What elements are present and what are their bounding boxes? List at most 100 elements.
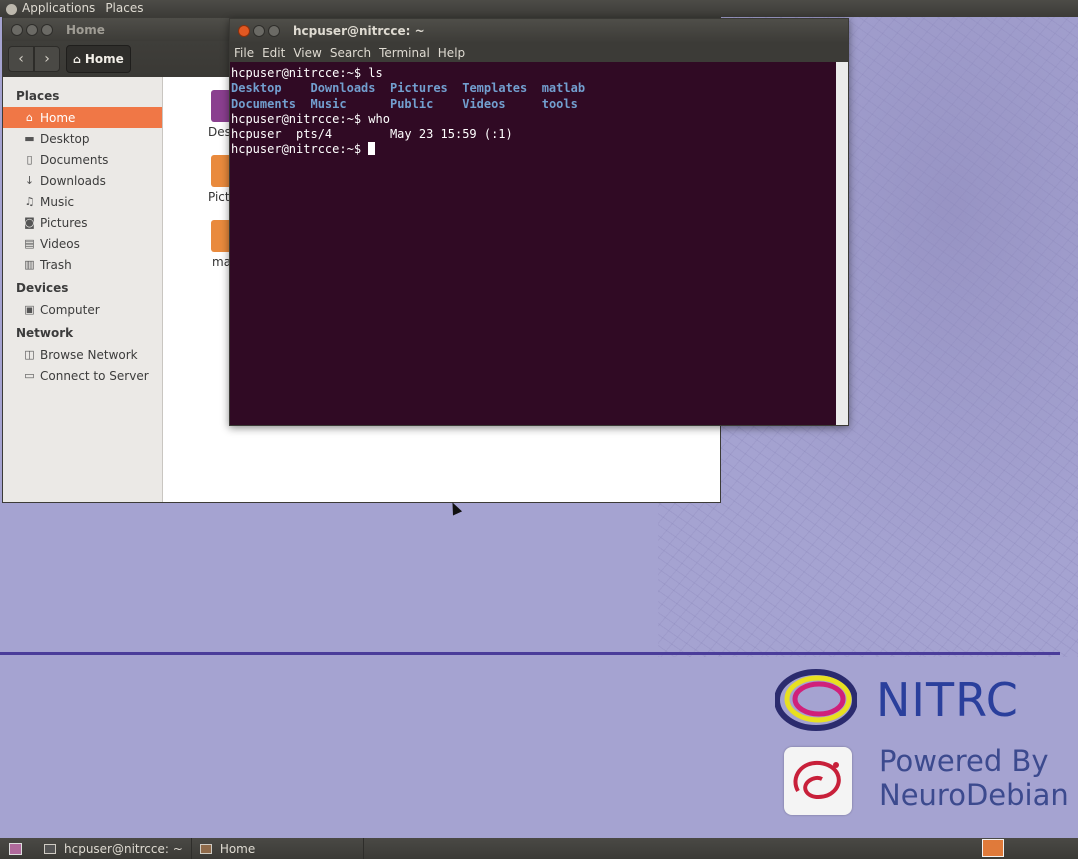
forward-button[interactable]: ›: [34, 46, 60, 72]
sidebar-item-computer[interactable]: ▣ Computer: [3, 299, 162, 320]
terminal-line: Desktop Downloads Pictures Templates mat…: [231, 81, 836, 96]
chevron-right-icon: ›: [44, 51, 50, 67]
terminal-scrollbar[interactable]: [836, 62, 848, 425]
dir-entry: Templates: [462, 81, 528, 96]
terminal-line: hcpuser@nitrcce:~$ ls: [231, 66, 836, 81]
dir-entry: Documents: [231, 96, 297, 111]
terminal-output[interactable]: hcpuser@nitrcce:~$ ls Desktop Downloads P…: [230, 62, 836, 425]
neurodebian-logo: [784, 747, 852, 815]
nitrc-brand-text: NITRC: [876, 673, 1019, 727]
ubuntu-icon: [6, 4, 17, 15]
folder-icon: [199, 843, 212, 854]
places-menu[interactable]: Places: [100, 0, 148, 17]
back-button[interactable]: ‹: [8, 46, 34, 72]
dir-entry: tools: [541, 96, 578, 111]
terminal-line: Documents Music Public Videos tools: [231, 97, 836, 112]
sidebar-item-documents[interactable]: ▯ Documents: [3, 149, 162, 170]
command: ls: [368, 66, 383, 80]
sidebar-item-label: Downloads: [40, 173, 106, 188]
terminal-menubar: File Edit View Search Terminal Help: [230, 43, 848, 62]
path-home-button[interactable]: ⌂ Home: [66, 45, 131, 73]
file-label: Des: [208, 125, 231, 139]
bottom-panel: hcpuser@nitrcce: ~ Home: [0, 838, 1078, 859]
taskbar-label: Home: [219, 841, 256, 856]
window-title: Home: [66, 22, 105, 37]
taskbar-label: hcpuser@nitrcce: ~: [64, 841, 183, 856]
sidebar-item-trash[interactable]: ▥ Trash: [3, 254, 162, 275]
terminal-icon: [44, 843, 56, 854]
sidebar-item-browse-network[interactable]: ◫ Browse Network: [3, 344, 162, 365]
sidebar-item-music[interactable]: ♫ Music: [3, 191, 162, 212]
dir-entry: Public: [389, 96, 434, 111]
path-home-label: Home: [84, 52, 124, 66]
powered-by-text: Powered By: [879, 744, 1049, 778]
window-title: hcpuser@nitrcce: ~: [293, 24, 425, 38]
nitrc-swirl-logo: [775, 669, 857, 731]
workspace-switcher-icon[interactable]: [982, 839, 1004, 857]
home-icon: ⌂: [73, 52, 81, 66]
minimize-icon[interactable]: [253, 25, 265, 37]
file-label: Pict: [208, 190, 230, 204]
applications-menu[interactable]: Applications: [17, 0, 100, 17]
maximize-icon[interactable]: [41, 23, 53, 36]
dir-entry: matlab: [541, 81, 586, 96]
home-icon: ⌂: [26, 111, 33, 124]
sidebar-item-label: Home: [40, 110, 76, 125]
drive-icon: ▣: [24, 303, 35, 316]
close-icon[interactable]: [238, 25, 250, 37]
dir-entry: Downloads: [310, 81, 376, 96]
taskbar-item-home[interactable]: Home: [192, 838, 365, 859]
trash-icon: ▥: [24, 258, 35, 271]
terminal-titlebar[interactable]: hcpuser@nitrcce: ~: [230, 19, 848, 43]
download-icon: ↓: [24, 174, 35, 187]
menu-view[interactable]: View: [289, 46, 325, 60]
terminal-line: hcpuser pts/4 May 23 15:59 (:1): [231, 127, 836, 142]
network-heading: Network: [16, 326, 74, 340]
sidebar-item-label: Pictures: [40, 215, 88, 230]
sidebar-item-downloads[interactable]: ↓ Downloads: [3, 170, 162, 191]
places-heading: Places: [16, 89, 60, 103]
music-icon: ♫: [24, 195, 35, 208]
dir-entry: Pictures: [389, 81, 448, 96]
who-output: hcpuser pts/4 May 23 15:59 (:1): [231, 127, 513, 142]
sidebar-item-desktop[interactable]: ▬ Desktop: [3, 128, 162, 149]
neurodebian-text: NeuroDebian: [879, 778, 1069, 812]
menu-help[interactable]: Help: [434, 46, 469, 60]
menu-terminal[interactable]: Terminal: [375, 46, 434, 60]
terminal-line: hcpuser@nitrcce:~$ who: [231, 112, 836, 127]
sidebar-item-label: Browse Network: [40, 347, 138, 362]
divider-line: [0, 652, 1060, 655]
dir-entry: Music: [310, 96, 347, 111]
menu-edit[interactable]: Edit: [258, 46, 289, 60]
sidebar-item-connect-server[interactable]: ▭ Connect to Server: [3, 365, 162, 386]
menu-file[interactable]: File: [230, 46, 258, 60]
document-icon: ▯: [26, 153, 33, 166]
close-icon[interactable]: [11, 23, 23, 36]
dir-entry: Desktop: [231, 81, 282, 96]
top-panel: Applications Places: [0, 0, 1078, 17]
taskbar-item-terminal[interactable]: hcpuser@nitrcce: ~: [36, 838, 192, 859]
sidebar-item-label: Trash: [40, 257, 72, 272]
sidebar-item-videos[interactable]: ▤ Videos: [3, 233, 162, 254]
prompt: hcpuser@nitrcce:~$: [231, 142, 362, 157]
sidebar-item-label: Desktop: [40, 131, 90, 146]
menu-search[interactable]: Search: [326, 46, 375, 60]
text-cursor: [368, 142, 376, 156]
camera-icon: ◙: [24, 216, 35, 229]
film-icon: ▤: [24, 237, 35, 250]
prompt: hcpuser@nitrcce:~$: [231, 66, 362, 80]
maximize-icon[interactable]: [268, 25, 280, 37]
sidebar-item-home[interactable]: ⌂ Home: [3, 107, 162, 128]
network-icon: ◫: [24, 348, 35, 361]
terminal-window: hcpuser@nitrcce: ~ File Edit View Search…: [229, 18, 849, 426]
sidebar-item-label: Computer: [40, 302, 100, 317]
show-desktop-icon[interactable]: [9, 842, 22, 855]
chevron-left-icon: ‹: [18, 51, 24, 67]
sidebar: Places ⌂ Home ▬ Desktop ▯ Documents ↓ Downlo…: [3, 77, 163, 502]
server-icon: ▭: [24, 369, 35, 382]
folder-icon: ▬: [24, 132, 35, 145]
sidebar-item-label: Music: [40, 194, 75, 209]
command: who: [368, 111, 390, 126]
minimize-icon[interactable]: [26, 23, 38, 36]
sidebar-item-pictures[interactable]: ◙ Pictures: [3, 212, 162, 233]
